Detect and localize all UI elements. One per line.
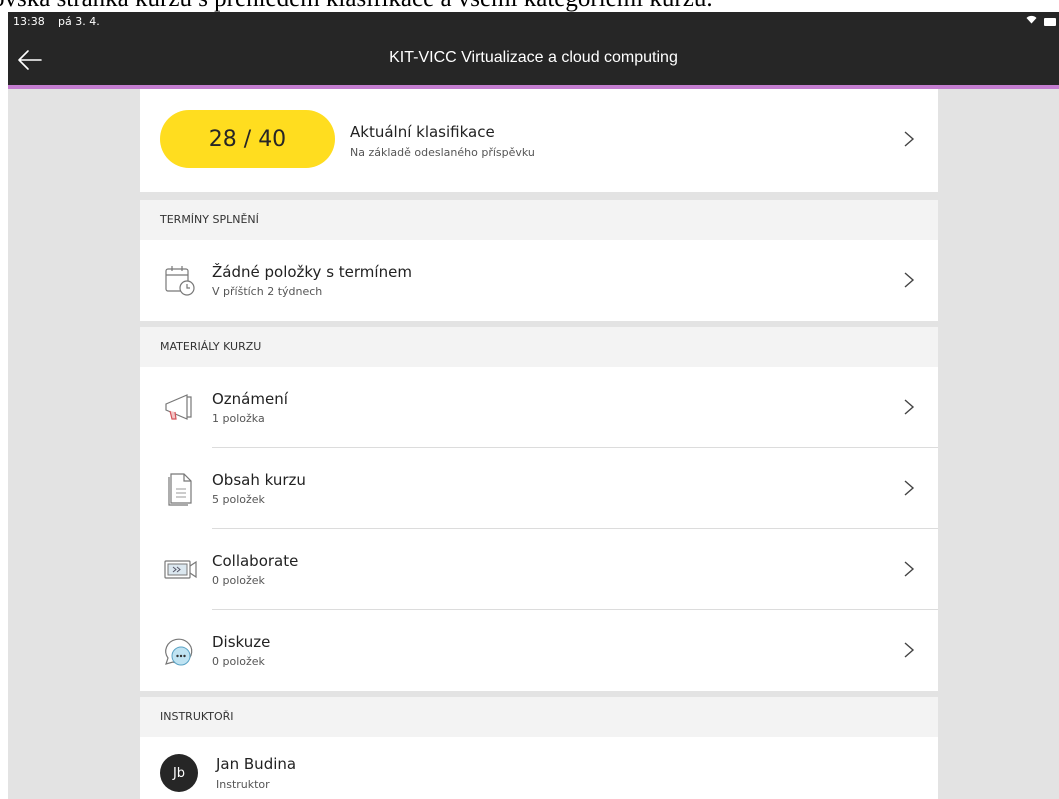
course-overview: 28 / 40 Aktuální klasifikace Na základě …: [140, 89, 938, 799]
wifi-icon: [1026, 15, 1037, 27]
materials-item-title: Obsah kurzu: [212, 471, 306, 489]
chevron-right-icon: [904, 399, 915, 415]
materials-item-title: Collaborate: [212, 552, 299, 570]
deadlines-card: Žádné položky s termínem V příštích 2 tý…: [140, 240, 938, 321]
instructors-section-header: INSTRUKTOŘI: [140, 697, 938, 737]
calendar-clock-icon: [165, 266, 195, 296]
deadlines-section-header: TERMÍNY SPLNĚNÍ: [140, 200, 938, 240]
grade-badge: 28 / 40: [160, 110, 335, 168]
status-date: pá 3. 4.: [58, 15, 100, 28]
grade-subtitle: Na základě odeslaného příspěvku: [350, 146, 535, 159]
materials-section-header: MATERIÁLY KURZU: [140, 327, 938, 367]
video-camera-icon: [164, 560, 197, 579]
battery-icon: [1044, 18, 1056, 26]
materials-item-collaborate[interactable]: Collaborate 0 položek: [140, 529, 938, 610]
caption-text: ovská stránka kurzu s přehledem klasifik…: [0, 0, 713, 12]
materials-item-count: 0 položek: [212, 574, 265, 587]
materials-item-title: Oznámení: [212, 390, 288, 408]
materials-item-announcements[interactable]: Oznámení 1 položka: [140, 367, 938, 448]
grade-row[interactable]: 28 / 40 Aktuální klasifikace Na základě …: [140, 89, 938, 192]
status-time: 13:38: [13, 15, 45, 28]
instructor-role: Instruktor: [216, 778, 270, 791]
instructor-row[interactable]: Jb Jan Budina Instruktor: [140, 737, 938, 799]
chat-bubble-icon: [165, 638, 193, 666]
megaphone-icon: [165, 394, 192, 420]
instructors-card: Jb Jan Budina Instruktor: [140, 737, 938, 799]
document-icon: [168, 473, 192, 506]
deadlines-subtitle: V příštích 2 týdnech: [212, 285, 323, 298]
deadlines-row[interactable]: Žádné položky s termínem V příštích 2 tý…: [140, 240, 938, 321]
materials-item-course-content[interactable]: Obsah kurzu 5 položek: [140, 448, 938, 529]
materials-item-count: 5 položek: [212, 493, 265, 506]
materials-item-count: 1 položka: [212, 412, 265, 425]
chevron-right-icon: [904, 561, 915, 577]
grade-title: Aktuální klasifikace: [350, 123, 495, 141]
chevron-right-icon: [904, 642, 915, 658]
materials-item-discussions[interactable]: Diskuze 0 položek: [140, 610, 938, 691]
deadlines-title: Žádné položky s termínem: [212, 263, 412, 281]
chevron-right-icon: [904, 272, 915, 288]
chevron-right-icon: [904, 480, 915, 496]
status-bar: 13:38 pá 3. 4.: [8, 12, 1059, 32]
app-window: 13:38 pá 3. 4. KIT-VICC Virtualizace a c…: [8, 12, 1059, 799]
materials-item-count: 0 položek: [212, 655, 265, 668]
materials-card: Oznámení 1 položka Obsah kurzu 5 položek…: [140, 367, 938, 691]
caption-text-strip: ovská stránka kurzu s přehledem klasifik…: [0, 0, 1059, 12]
page-title: KIT-VICC Virtualizace a cloud computing: [389, 49, 678, 66]
avatar: Jb: [160, 754, 198, 792]
instructor-name: Jan Budina: [216, 755, 297, 773]
materials-item-title: Diskuze: [212, 633, 271, 651]
grade-card: 28 / 40 Aktuální klasifikace Na základě …: [140, 89, 938, 192]
nav-bar: KIT-VICC Virtualizace a cloud computing: [8, 32, 1059, 85]
chevron-right-icon: [904, 131, 915, 147]
